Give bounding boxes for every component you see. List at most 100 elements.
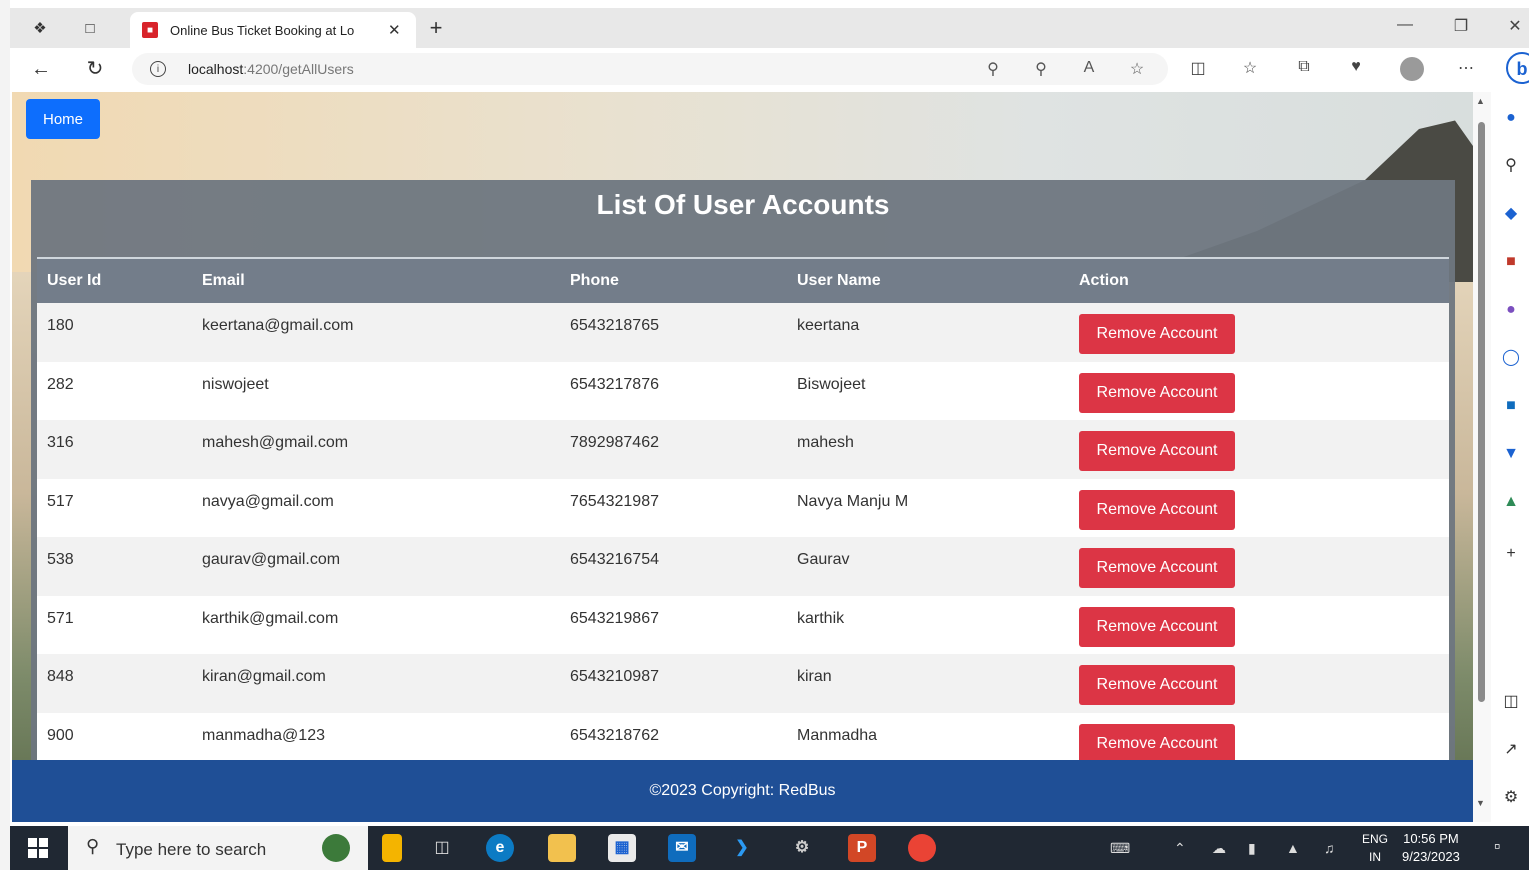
tray-chevron-icon[interactable]: ⌃ bbox=[1174, 840, 1186, 857]
clock-time: 10:56 PM bbox=[1403, 831, 1459, 846]
microsoft365-icon[interactable]: ◯ bbox=[1501, 348, 1521, 368]
settings-gear-icon[interactable]: ⚙ bbox=[1501, 788, 1521, 808]
taskbar-search-placeholder: Type here to search bbox=[116, 840, 267, 859]
key-icon[interactable]: ⚲ bbox=[982, 59, 1004, 79]
remove-account-button[interactable]: Remove Account bbox=[1079, 665, 1235, 705]
zoom-out-icon[interactable]: ⚲ bbox=[1030, 59, 1052, 79]
network-icon[interactable]: ▲ bbox=[1286, 840, 1300, 856]
user-id-cell: 282 bbox=[37, 361, 192, 420]
remove-account-button[interactable]: Remove Account bbox=[1079, 489, 1235, 530]
remove-account-button[interactable]: Remove Account bbox=[1079, 723, 1235, 764]
action-cell: Remove Account bbox=[1069, 595, 1449, 654]
site-info-icon[interactable]: i bbox=[150, 61, 166, 77]
notification-bell-icon[interactable]: ● bbox=[1501, 108, 1521, 128]
user-name-cell: Gaurav bbox=[787, 537, 1069, 596]
phone-cell: 7654321987 bbox=[560, 478, 787, 537]
mail-icon[interactable]: ✉ bbox=[668, 834, 696, 862]
games-people-icon[interactable]: ● bbox=[1501, 300, 1521, 320]
redbus-favicon-icon: ■ bbox=[142, 22, 158, 38]
windows-start-icon[interactable] bbox=[28, 838, 48, 858]
touch-keyboard-icon[interactable]: ⌨ bbox=[1110, 840, 1130, 857]
phone-cell: 6543219867 bbox=[560, 595, 787, 654]
news-widget-icon[interactable] bbox=[382, 834, 402, 862]
scroll-up-icon[interactable]: ▲ bbox=[1476, 96, 1485, 106]
refresh-icon[interactable]: ↻ bbox=[82, 58, 108, 80]
user-name-cell: Biswojeet bbox=[787, 361, 1069, 420]
file-explorer-icon[interactable] bbox=[548, 834, 576, 862]
remove-account-button[interactable]: Remove Account bbox=[1079, 372, 1235, 413]
favorites-icon[interactable]: ☆ bbox=[1238, 58, 1262, 78]
column-header-user-name: User Name bbox=[787, 257, 1069, 303]
url-text[interactable]: localhost:4200/getAllUsers bbox=[188, 61, 354, 77]
page-footer: ©2023 Copyright: RedBus bbox=[12, 760, 1473, 822]
table-row: 316 mahesh@gmail.com 7892987462 mahesh R… bbox=[37, 420, 1449, 479]
scroll-down-icon[interactable]: ▼ bbox=[1476, 798, 1485, 808]
search-icon[interactable]: ⚲ bbox=[1501, 156, 1521, 176]
collections-icon[interactable]: ⧉ bbox=[1292, 58, 1316, 76]
favorite-star-icon[interactable]: ☆ bbox=[1126, 59, 1148, 79]
chrome-icon[interactable] bbox=[908, 834, 936, 862]
powerpoint-icon[interactable]: P bbox=[848, 834, 876, 862]
vscode-icon[interactable]: ❯ bbox=[728, 834, 756, 862]
input-language[interactable]: ENG IN bbox=[1362, 830, 1388, 866]
action-cell: Remove Account bbox=[1069, 420, 1449, 479]
add-sidebar-app-icon[interactable]: + bbox=[1501, 544, 1521, 564]
remove-account-button[interactable]: Remove Account bbox=[1079, 548, 1235, 588]
language-code: ENG bbox=[1362, 832, 1389, 846]
user-id-cell: 316 bbox=[37, 420, 192, 479]
tree-icon[interactable]: ▲ bbox=[1501, 492, 1521, 512]
remove-account-button[interactable]: Remove Account bbox=[1079, 606, 1235, 647]
email-cell: navya@gmail.com bbox=[192, 478, 560, 537]
split-screen-icon[interactable]: ◫ bbox=[1186, 58, 1210, 78]
user-id-cell: 180 bbox=[37, 303, 192, 362]
close-tab-icon[interactable]: ✕ bbox=[388, 21, 401, 39]
volume-icon[interactable]: ♫ bbox=[1324, 840, 1335, 856]
tab-actions-icon[interactable]: □ bbox=[78, 16, 102, 40]
back-icon[interactable]: ← bbox=[28, 58, 54, 80]
designer-icon[interactable]: ▼ bbox=[1501, 444, 1521, 464]
remove-account-button[interactable]: Remove Account bbox=[1079, 431, 1235, 471]
page-title: List Of User Accounts bbox=[596, 189, 890, 220]
eclipse-settings-icon[interactable]: ⚙ bbox=[788, 834, 816, 862]
open-external-icon[interactable]: ↗ bbox=[1501, 740, 1521, 760]
column-header-phone: Phone bbox=[560, 257, 787, 303]
url-path: :4200/getAllUsers bbox=[243, 61, 354, 77]
table-row: 538 gaurav@gmail.com 6543216754 Gaurav R… bbox=[37, 537, 1449, 596]
read-aloud-icon[interactable]: A bbox=[1078, 59, 1100, 77]
battery-icon[interactable]: ▮ bbox=[1248, 840, 1256, 857]
user-name-cell: mahesh bbox=[787, 420, 1069, 479]
new-tab-icon[interactable]: + bbox=[424, 16, 448, 40]
sidebar-layout-icon[interactable]: ◫ bbox=[1501, 692, 1521, 712]
home-button[interactable]: Home bbox=[26, 99, 100, 139]
email-cell: mahesh@gmail.com bbox=[192, 420, 560, 479]
edge-taskbar-icon[interactable]: e bbox=[486, 834, 514, 862]
tools-briefcase-icon[interactable]: ■ bbox=[1501, 252, 1521, 272]
close-window-icon[interactable]: ✕ bbox=[1500, 16, 1529, 36]
shopping-tag-icon[interactable]: ◆ bbox=[1501, 204, 1521, 224]
bing-copilot-icon[interactable]: b bbox=[1506, 52, 1529, 84]
notification-center-icon[interactable]: ▫ bbox=[1494, 836, 1500, 857]
weather-widget-icon[interactable] bbox=[322, 834, 350, 862]
user-id-cell: 517 bbox=[37, 478, 192, 537]
address-bar[interactable]: i localhost:4200/getAllUsers ⚲ ⚲ A ☆ bbox=[132, 53, 1168, 85]
phone-cell: 6543216754 bbox=[560, 537, 787, 596]
performance-icon[interactable]: ♥ bbox=[1344, 58, 1368, 76]
onedrive-icon[interactable]: ☁ bbox=[1212, 840, 1226, 857]
microsoft-store-icon[interactable]: ▦ bbox=[608, 834, 636, 862]
task-view-icon[interactable]: ◫ bbox=[428, 834, 456, 862]
users-table: User Id Email Phone User Name Action 180… bbox=[37, 257, 1449, 771]
profile-avatar[interactable] bbox=[1400, 57, 1424, 81]
scrollbar-thumb[interactable] bbox=[1478, 122, 1485, 702]
more-options-icon[interactable]: ⋯ bbox=[1454, 58, 1478, 78]
remove-account-button[interactable]: Remove Account bbox=[1079, 314, 1235, 354]
minimize-icon[interactable]: — bbox=[1390, 16, 1420, 34]
restore-icon[interactable]: ❐ bbox=[1446, 16, 1476, 36]
page-scrollbar[interactable]: ▲ ▼ bbox=[1473, 92, 1491, 822]
outlook-icon[interactable]: ■ bbox=[1501, 396, 1521, 416]
clock-date: 9/23/2023 bbox=[1402, 849, 1460, 864]
taskbar-clock[interactable]: 10:56 PM 9/23/2023 bbox=[1402, 830, 1460, 866]
workspaces-icon[interactable]: ❖ bbox=[28, 16, 52, 40]
table-row: 571 karthik@gmail.com 6543219867 karthik… bbox=[37, 595, 1449, 654]
active-tab[interactable]: ■ Online Bus Ticket Booking at Lo ✕ bbox=[130, 12, 416, 48]
table-row: 282 niswojeet 6543217876 Biswojeet Remov… bbox=[37, 361, 1449, 420]
